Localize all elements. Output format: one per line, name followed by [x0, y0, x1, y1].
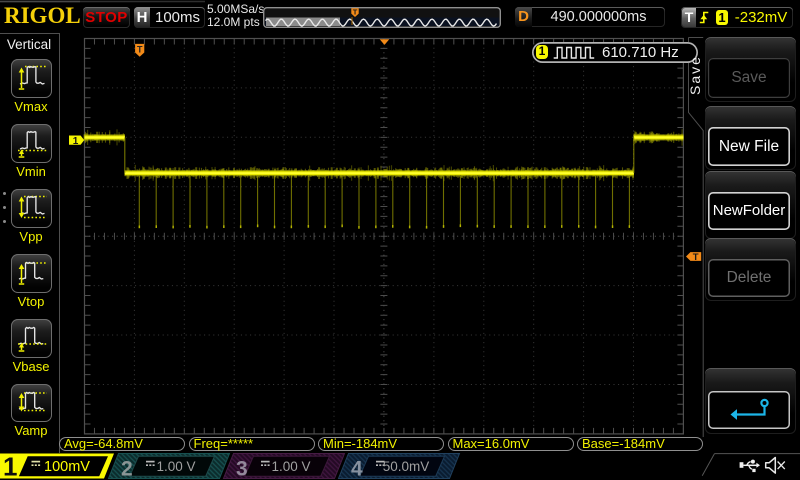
- svg-text:50.0mV: 50.0mV: [383, 459, 430, 474]
- svg-text:1.00 V: 1.00 V: [156, 459, 195, 474]
- svg-text:T: T: [137, 45, 143, 55]
- svg-text:1: 1: [3, 452, 17, 480]
- svg-text:4: 4: [351, 458, 363, 480]
- svg-text:T: T: [693, 252, 699, 263]
- svg-text:2: 2: [121, 458, 133, 480]
- svg-text:3: 3: [236, 458, 248, 480]
- svg-text:1: 1: [73, 136, 79, 147]
- svg-text:100mV: 100mV: [44, 459, 90, 475]
- svg-text:T: T: [353, 8, 358, 17]
- svg-text:1.00 V: 1.00 V: [271, 459, 310, 474]
